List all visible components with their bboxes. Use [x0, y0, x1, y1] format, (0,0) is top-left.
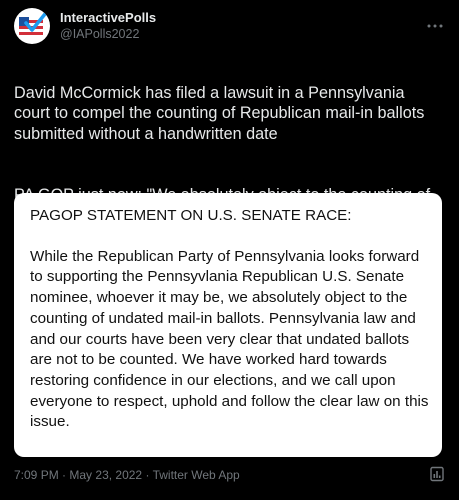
avatar[interactable] — [14, 8, 50, 44]
more-horizontal-icon[interactable] — [423, 14, 447, 38]
tweet: InteractivePolls @IAPolls2022 David McCo… — [0, 0, 459, 500]
tweet-source[interactable]: Twitter Web App — [153, 468, 240, 482]
flag-checkmark-icon — [19, 12, 47, 35]
statement-image[interactable]: PAGOP STATEMENT ON U.S. SENATE RACE: Whi… — [14, 193, 442, 457]
tweet-date[interactable]: May 23, 2022 — [69, 468, 142, 482]
tweet-header: InteractivePolls @IAPolls2022 — [14, 8, 447, 44]
display-name[interactable]: InteractivePolls — [60, 9, 156, 26]
handle[interactable]: @IAPolls2022 — [60, 26, 156, 43]
separator: · — [145, 468, 150, 482]
tweet-paragraph-1: David McCormick has filed a lawsuit in a… — [14, 83, 425, 143]
author-names: InteractivePolls @IAPolls2022 — [60, 9, 156, 43]
analytics-icon[interactable] — [429, 466, 445, 482]
statement-title: PAGOP STATEMENT ON U.S. SENATE RACE: — [30, 207, 352, 224]
statement-body: While the Republican Party of Pennsylvan… — [30, 247, 429, 431]
tweet-footer: 7:09 PM · May 23, 2022 · Twitter Web App — [14, 468, 240, 482]
separator: · — [62, 468, 67, 482]
tweet-time[interactable]: 7:09 PM — [14, 468, 59, 482]
